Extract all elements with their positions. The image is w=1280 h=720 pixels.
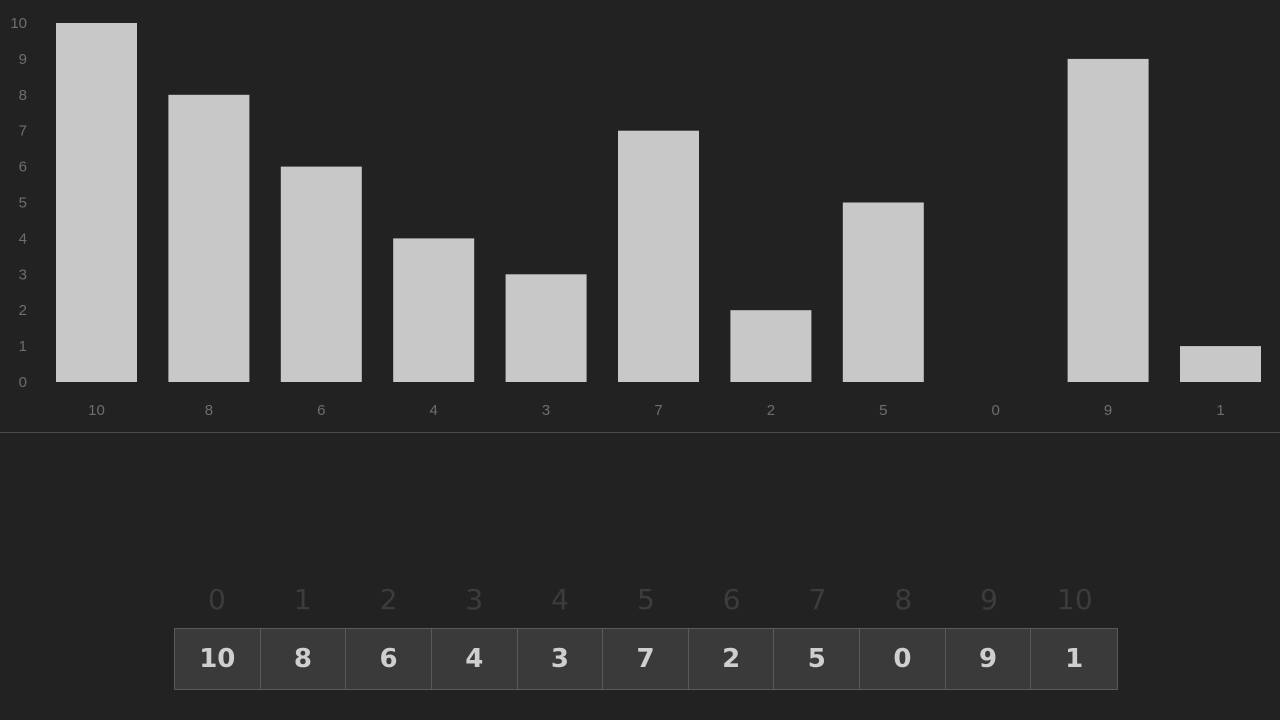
- array-index: 10: [1057, 582, 1093, 616]
- sort-visualizer: 0 1 2 3 4 5 6 7 8 9 10 10 8 6 4 3 7 2 5 0 9 1 0 1 2 3 4 5 6 7 8 9 10 10…: [0, 0, 1280, 720]
- bar: [618, 130, 699, 382]
- y-tick-label: 10: [10, 15, 27, 32]
- bar-chart: 0 1 2 3 4 5 6 7 8 9 10 10 8 6 4 3 7 2 5 0 9 1: [10, 15, 1261, 419]
- y-tick-label: 9: [19, 51, 27, 68]
- array-cells: 10 8 6 4 3 7 2 5 0 9 1: [174, 628, 1118, 690]
- array-index: 5: [636, 582, 655, 616]
- array-cell: 6: [346, 629, 432, 689]
- bar: [505, 274, 587, 382]
- y-tick-label: 8: [19, 87, 27, 104]
- array-index: 1: [293, 582, 312, 616]
- array-index: 9: [980, 582, 998, 616]
- bar: [56, 23, 137, 382]
- x-tick-label: 0: [992, 402, 1000, 419]
- bar: [168, 94, 250, 383]
- x-tick-label: 7: [654, 402, 662, 419]
- x-tick-label: 10: [88, 402, 105, 419]
- x-tick-label: 3: [542, 402, 550, 419]
- x-tick-label: 5: [879, 402, 887, 419]
- array-index: 7: [808, 582, 827, 616]
- x-tick-label: 6: [317, 402, 325, 419]
- y-tick-label: 7: [19, 123, 27, 140]
- x-tick-label: 2: [767, 402, 775, 419]
- bar: [1067, 58, 1149, 383]
- y-tick-label: 1: [19, 338, 27, 355]
- array-cell: 7: [603, 629, 689, 689]
- bar: [393, 238, 475, 382]
- bar: [1180, 346, 1261, 382]
- array-view: 0 1 2 3 4 5 6 7 8 9 10 10 8 6 4 3 7 2 5 0 9 1: [174, 580, 1118, 690]
- x-tick-label: 8: [205, 402, 213, 419]
- bar: [280, 166, 362, 382]
- y-tick-label: 5: [19, 195, 27, 212]
- x-tick-label: 4: [430, 402, 438, 419]
- array-cell: 10: [175, 629, 261, 689]
- array-cell: 1: [1065, 644, 1084, 674]
- array-index: 6: [722, 582, 741, 616]
- x-tick-label: 1: [1216, 402, 1224, 419]
- y-tick-label: 3: [19, 266, 27, 283]
- y-tick-label: 6: [19, 159, 27, 176]
- array-cell: 8: [261, 629, 347, 689]
- array-index: 3: [465, 582, 484, 616]
- array-cell: 3: [518, 629, 604, 689]
- y-tick-label: 0: [19, 374, 27, 391]
- array-index: 2: [379, 582, 398, 616]
- array-index: 8: [894, 582, 913, 616]
- divider: [0, 432, 1280, 433]
- bar: [730, 310, 812, 382]
- array-cell: 9: [946, 629, 1032, 689]
- bar: [842, 202, 924, 382]
- y-tick-label: 2: [19, 302, 27, 319]
- array-index: 0: [207, 582, 226, 616]
- array-cell: 2: [689, 629, 775, 689]
- array-cell: 0: [860, 629, 946, 689]
- array-cell: 4: [432, 629, 518, 689]
- array-cell: 5: [774, 629, 861, 689]
- x-tick-label: 9: [1104, 402, 1112, 419]
- index-row: 0 1 2 3 4 5 6 7 8 9 10: [174, 580, 1118, 618]
- y-tick-label: 4: [19, 230, 27, 247]
- array-index: 4: [551, 582, 569, 616]
